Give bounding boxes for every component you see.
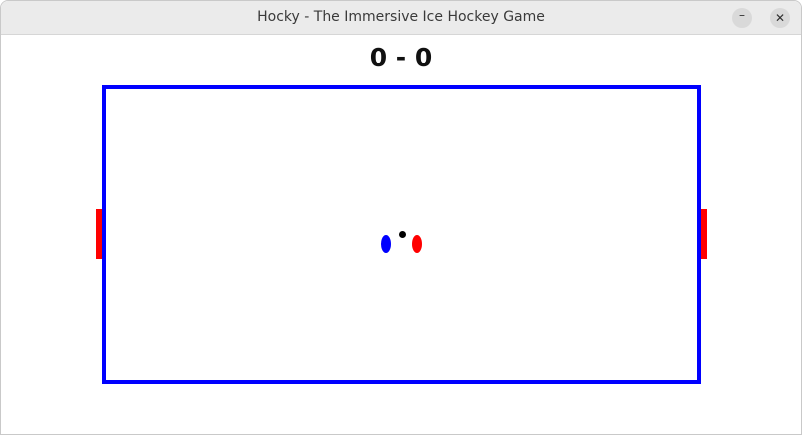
app-window: Hocky - The Immersive Ice Hockey Game – …: [0, 0, 802, 435]
red-player: [412, 235, 422, 253]
game-canvas[interactable]: 0 - 0: [1, 35, 801, 434]
title-bar[interactable]: Hocky - The Immersive Ice Hockey Game – …: [1, 1, 801, 35]
blue-player: [381, 235, 391, 253]
right-goal: [701, 209, 707, 259]
puck: [399, 231, 406, 238]
scoreboard: 0 - 0: [369, 43, 433, 72]
minimize-button[interactable]: –: [732, 8, 752, 28]
close-icon: ✕: [774, 11, 786, 25]
left-goal: [96, 209, 102, 259]
close-button[interactable]: ✕: [770, 8, 790, 28]
minimize-icon: –: [739, 8, 745, 22]
window-title: Hocky - The Immersive Ice Hockey Game: [257, 9, 545, 25]
